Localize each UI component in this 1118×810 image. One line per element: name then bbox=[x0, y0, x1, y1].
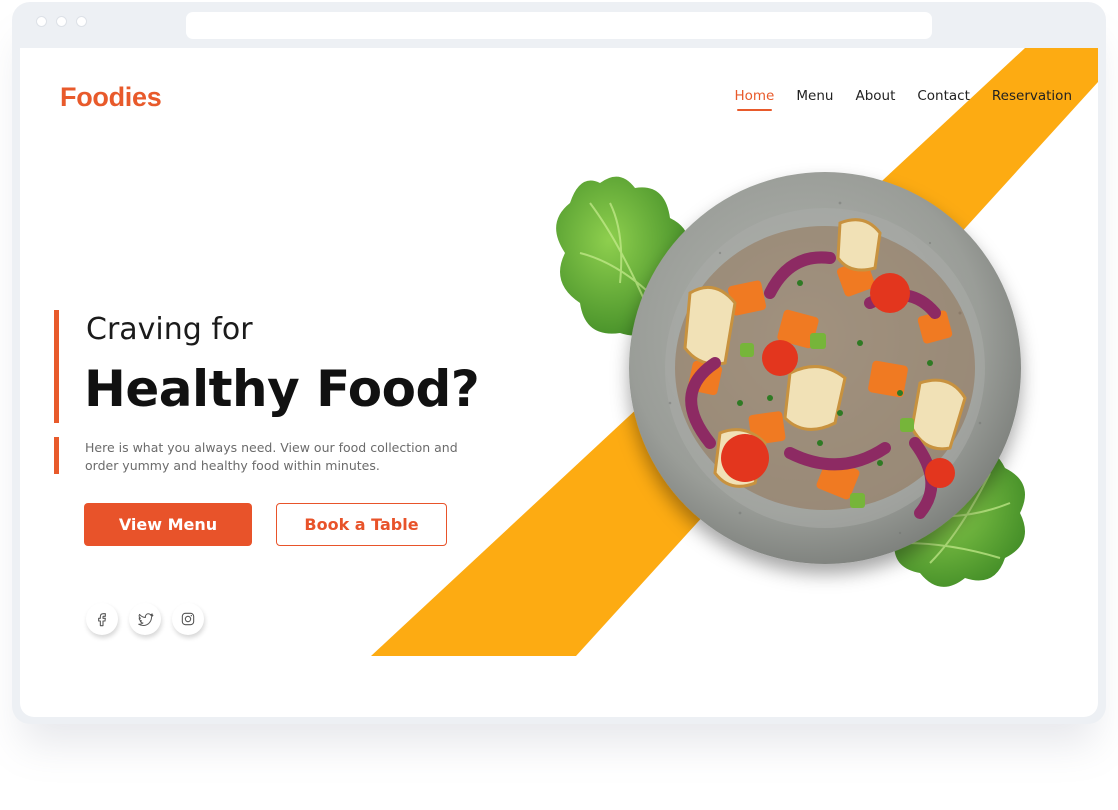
book-table-button[interactable]: Book a Table bbox=[276, 503, 447, 546]
twitter-icon bbox=[137, 612, 153, 626]
hero-kicker: Craving for bbox=[86, 312, 253, 347]
twitter-link[interactable] bbox=[129, 603, 161, 635]
view-menu-button[interactable]: View Menu bbox=[84, 503, 252, 546]
hero-headline: Healthy Food? bbox=[84, 360, 480, 418]
close-dot[interactable] bbox=[36, 16, 47, 27]
nav-item-home[interactable]: Home bbox=[735, 88, 774, 111]
main-nav: Home Menu About Contact Reservation bbox=[735, 88, 1072, 111]
address-bar[interactable] bbox=[186, 12, 932, 39]
salad-bowl-image bbox=[556, 172, 1025, 587]
nav-item-about[interactable]: About bbox=[855, 88, 895, 104]
description-accent-bar bbox=[54, 437, 59, 474]
social-links bbox=[86, 603, 204, 635]
facebook-icon bbox=[98, 613, 106, 627]
instagram-link[interactable] bbox=[172, 603, 204, 635]
nav-item-menu[interactable]: Menu bbox=[796, 88, 833, 104]
facebook-link[interactable] bbox=[86, 603, 118, 635]
browser-window: Foodies Home Menu About Contact Reservat… bbox=[12, 2, 1106, 724]
headline-accent-bar bbox=[54, 310, 59, 423]
maximize-dot[interactable] bbox=[76, 16, 87, 27]
nav-item-contact[interactable]: Contact bbox=[917, 88, 970, 104]
nav-item-reservation[interactable]: Reservation bbox=[992, 88, 1072, 104]
instagram-icon bbox=[181, 612, 195, 626]
minimize-dot[interactable] bbox=[56, 16, 67, 27]
hero-description: Here is what you always need. View our f… bbox=[85, 440, 458, 473]
site-logo[interactable]: Foodies bbox=[60, 82, 162, 113]
window-controls bbox=[36, 16, 87, 27]
page-viewport: Foodies Home Menu About Contact Reservat… bbox=[20, 48, 1098, 717]
